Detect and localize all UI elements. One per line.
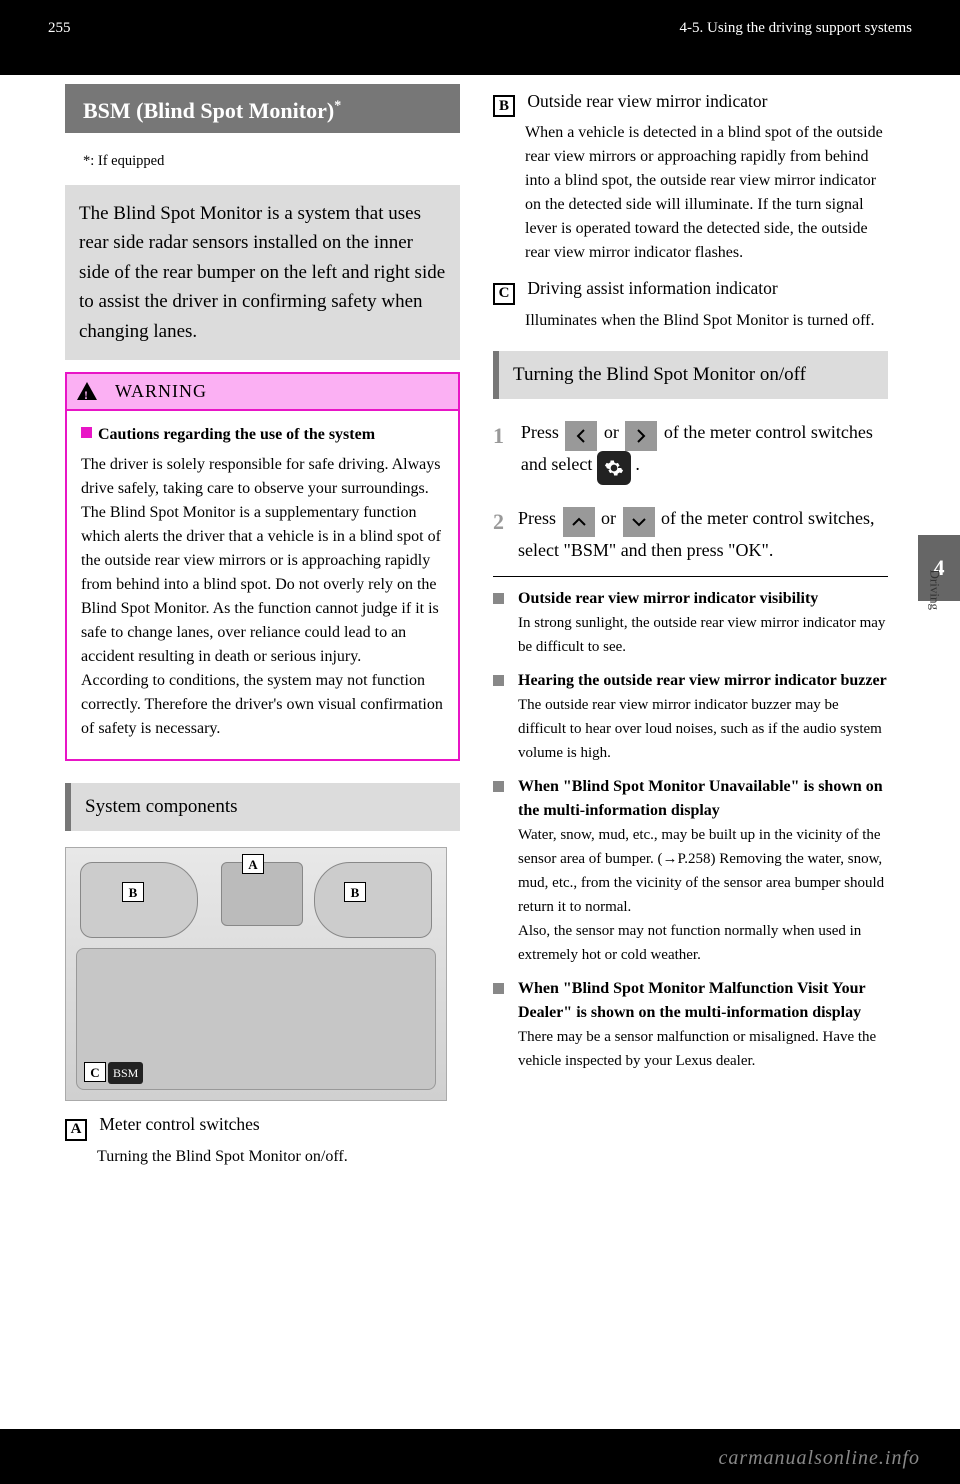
turning-onoff-heading: Turning the Blind Spot Monitor on/off	[493, 351, 888, 400]
figure-label-B-left: B	[122, 882, 144, 902]
step-1: 1 Press or of the meter control switches…	[493, 419, 888, 485]
step-2: 2 Press or of the meter control switches…	[493, 505, 888, 564]
letter-box-C: C	[493, 283, 515, 305]
top-black-bar	[0, 0, 960, 75]
step1-text-d: .	[635, 454, 640, 474]
figure-label-C: C	[84, 1062, 106, 1082]
component-A-title: Meter control switches	[99, 1114, 259, 1134]
note-4: When "Blind Spot Monitor Malfunction Vis…	[493, 977, 888, 1073]
warning-header: WARNING	[67, 374, 458, 411]
magenta-bullet-icon	[81, 427, 92, 438]
note3-body2: Also, the sensor may not function normal…	[518, 923, 861, 963]
step-1-number: 1	[493, 419, 507, 485]
note2-heading: Hearing the outside rear view mirror ind…	[518, 672, 887, 689]
note-1: Outside rear view mirror indicator visib…	[493, 587, 888, 659]
step2-text-a: Press	[518, 508, 556, 528]
component-C-desc: Illuminates when the Blind Spot Monitor …	[525, 309, 888, 333]
gray-bullet-icon	[493, 593, 504, 604]
note1-heading: Outside rear view mirror indicator visib…	[518, 590, 818, 607]
note-2: Hearing the outside rear view mirror ind…	[493, 669, 888, 765]
chapter-side-label: Driving	[926, 570, 942, 610]
warning-heading: Cautions regarding the use of the system	[98, 426, 375, 443]
header-section-title: 4-5. Using the driving support systems	[680, 20, 913, 37]
down-arrow-button[interactable]	[623, 507, 655, 537]
divider-rule	[493, 576, 888, 577]
note4-body: There may be a sensor malfunction or mis…	[518, 1029, 876, 1069]
right-column: B Outside rear view mirror indicator Whe…	[493, 84, 888, 1073]
component-A: A Meter control switches Turning the Bli…	[65, 1111, 460, 1168]
page-header: 255 4-5. Using the driving support syste…	[48, 20, 912, 37]
step2-text-b: or	[601, 508, 616, 528]
step1-text-b: or	[604, 422, 619, 442]
note1-body: In strong sunlight, the outside rear vie…	[518, 615, 885, 655]
component-A-desc: Turning the Blind Spot Monitor on/off.	[97, 1145, 460, 1169]
component-B-title: Outside rear view mirror indicator	[527, 91, 767, 111]
component-C: C Driving assist information indicator I…	[493, 275, 888, 332]
if-equipped-note: *: If equipped	[83, 151, 460, 173]
feature-title-asterisk: *	[334, 99, 341, 114]
left-arrow-button[interactable]	[565, 421, 597, 451]
up-arrow-button[interactable]	[563, 507, 595, 537]
feature-title-text: BSM (Blind Spot Monitor)	[83, 98, 334, 123]
left-column: BSM (Blind Spot Monitor)* *: If equipped…	[65, 84, 460, 1169]
system-components-figure: A B B C BSM	[65, 847, 447, 1101]
note-3: When "Blind Spot Monitor Unavailable" is…	[493, 775, 888, 967]
top-rule	[48, 46, 912, 48]
figure-label-B-right: B	[344, 882, 366, 902]
right-arrow-button[interactable]	[625, 421, 657, 451]
letter-box-B: B	[493, 95, 515, 117]
note3-heading: When "Blind Spot Monitor Unavailable" is…	[518, 778, 883, 819]
letter-box-A: A	[65, 1119, 87, 1141]
note2-body: The outside rear view mirror indicator b…	[518, 697, 882, 761]
warning-body-text: The driver is solely responsible for saf…	[81, 453, 444, 741]
component-B: B Outside rear view mirror indicator Whe…	[493, 88, 888, 265]
warning-body: Cautions regarding the use of the system…	[67, 411, 458, 759]
warning-box: WARNING Cautions regarding the use of th…	[65, 372, 460, 761]
gray-bullet-icon	[493, 675, 504, 686]
figure-label-A: A	[242, 854, 264, 874]
figure-bsm-badge: BSM	[108, 1062, 143, 1084]
gray-bullet-icon	[493, 781, 504, 792]
warning-triangle-icon	[77, 382, 97, 400]
note3-body: Water, snow, mud, etc., may be built up …	[518, 827, 884, 915]
step1-text-a: Press	[521, 422, 559, 442]
settings-gear-icon[interactable]	[597, 451, 631, 485]
step-2-number: 2	[493, 505, 504, 564]
footer-watermark: carmanualsonline.info	[718, 1447, 920, 1470]
header-page-number: 255	[48, 20, 71, 37]
component-C-title: Driving assist information indicator	[527, 278, 777, 298]
gray-bullet-icon	[493, 983, 504, 994]
component-B-desc: When a vehicle is detected in a blind sp…	[525, 121, 888, 265]
intro-description-box: The Blind Spot Monitor is a system that …	[65, 185, 460, 360]
system-components-heading: System components	[65, 783, 460, 832]
feature-title-box: BSM (Blind Spot Monitor)*	[65, 84, 460, 133]
note4-heading: When "Blind Spot Monitor Malfunction Vis…	[518, 980, 865, 1021]
warning-label-text: WARNING	[115, 378, 207, 405]
